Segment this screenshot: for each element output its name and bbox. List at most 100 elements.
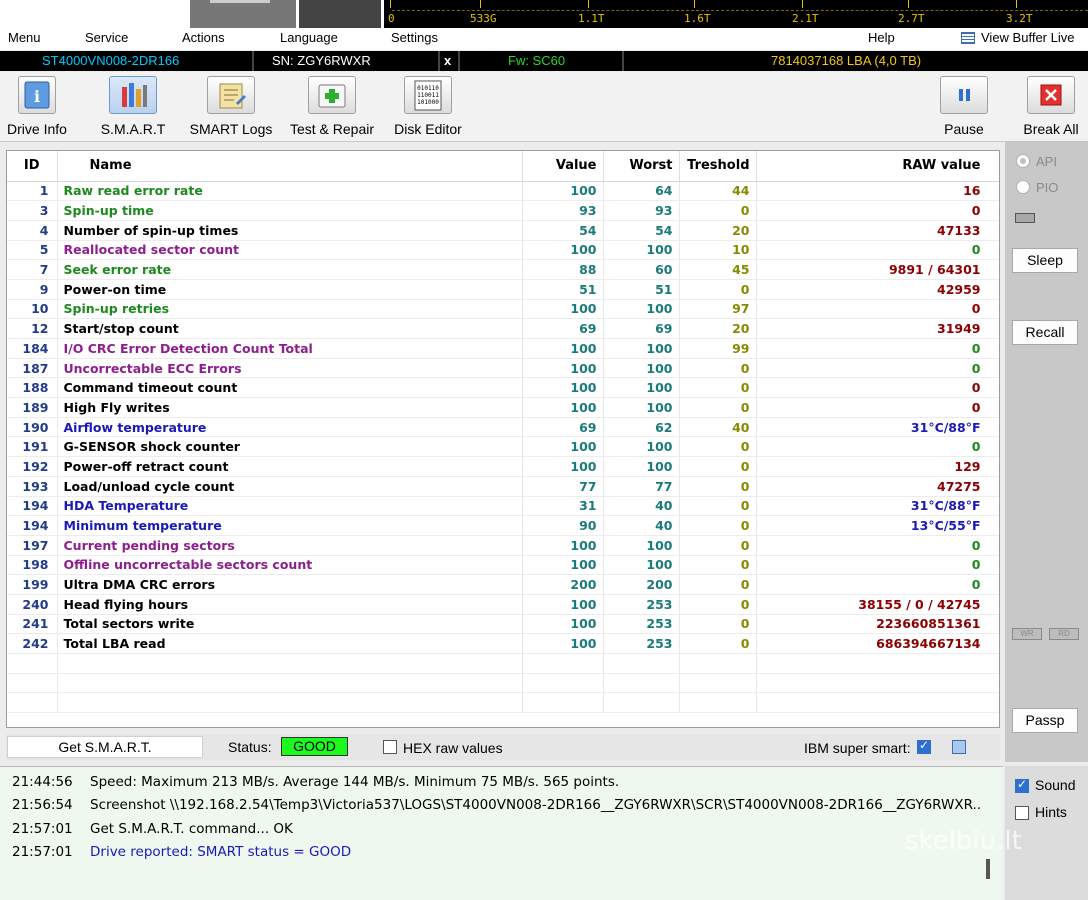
attribute-raw: 9891 / 64301	[756, 259, 999, 280]
attribute-worst: 100	[603, 436, 680, 458]
attribute-name: Number of spin-up times	[57, 220, 523, 241]
attribute-threshold: 0	[679, 358, 757, 379]
table-row[interactable]: 189 High Fly writes 100 100 0 0	[7, 397, 999, 418]
attribute-value: 54	[522, 220, 604, 241]
empty-cell	[7, 653, 58, 674]
table-row[interactable]: 9 Power-on time 51 51 0 42959	[7, 279, 999, 300]
attribute-value: 100	[522, 377, 604, 399]
attribute-threshold: 0	[679, 476, 757, 497]
view-buffer-icon[interactable]	[961, 32, 975, 44]
break-all-button[interactable]: Break All	[1020, 76, 1082, 137]
hex-raw-values-checkbox[interactable]	[383, 740, 397, 754]
attribute-id: 7	[7, 259, 58, 280]
empty-cell	[57, 653, 523, 674]
sleep-button[interactable]: Sleep	[1012, 248, 1078, 273]
event-log[interactable]: 21:44:56 Speed: Maximum 213 MB/s. Average…	[0, 766, 1003, 900]
status-label: Status:	[228, 739, 272, 755]
test-repair-button[interactable]: Test & Repair	[286, 76, 378, 137]
attribute-raw: 686394667134	[756, 633, 999, 654]
table-row[interactable]: 12 Start/stop count 69 69 20 31949	[7, 318, 999, 339]
table-row[interactable]: 193 Load/unload cycle count 77 77 0 47275	[7, 476, 999, 497]
attribute-worst: 100	[603, 456, 680, 477]
column-header-name[interactable]: Name	[57, 151, 523, 182]
table-row[interactable]: 187 Uncorrectable ECC Errors 100 100 0 0	[7, 358, 999, 379]
smart-logs-button[interactable]: SMART Logs	[188, 76, 274, 137]
graph-baseline	[392, 10, 1088, 11]
table-row[interactable]: 190 Airflow temperature 69 62 40 31°C/88°F	[7, 417, 999, 438]
close-drive-button[interactable]: x	[444, 53, 451, 68]
recall-button[interactable]: Recall	[1012, 320, 1078, 345]
column-header-threshold[interactable]: Treshold	[679, 151, 757, 182]
column-header-raw[interactable]: RAW value	[756, 151, 999, 182]
drive-info-button[interactable]: i Drive Info	[3, 76, 71, 137]
smart-attributes-table[interactable]: ID Name Value Worst Treshold RAW value 1…	[6, 150, 1000, 728]
log-line: 21:57:01 Get S.M.A.R.T. command... OK	[12, 821, 293, 837]
empty-cell	[522, 653, 604, 674]
table-row[interactable]: 3 Spin-up time 93 93 0 0	[7, 200, 999, 221]
table-row[interactable]: 188 Command timeout count 100 100 0 0	[7, 377, 999, 399]
table-row[interactable]: 191 G-SENSOR shock counter 100 100 0 0	[7, 436, 999, 458]
attribute-threshold: 0	[679, 456, 757, 477]
attribute-raw: 0	[756, 358, 999, 379]
hints-checkbox[interactable]	[1015, 806, 1029, 820]
pause-button[interactable]: Pause	[938, 76, 990, 137]
column-header-id[interactable]: ID	[7, 151, 58, 182]
attribute-name: Spin-up retries	[57, 299, 523, 320]
log-scrollbar[interactable]	[986, 859, 990, 879]
table-row[interactable]: 197 Current pending sectors 100 100 0 0	[7, 535, 999, 556]
attribute-raw: 0	[756, 555, 999, 576]
right-control-panel	[1005, 142, 1088, 762]
column-header-value[interactable]: Value	[522, 151, 604, 182]
table-row[interactable]: 192 Power-off retract count 100 100 0 129	[7, 456, 999, 477]
ibm-super-smart-checkbox[interactable]	[917, 738, 931, 754]
graph-tick	[588, 0, 589, 8]
get-smart-button[interactable]: Get S.M.A.R.T.	[7, 736, 203, 758]
table-row[interactable]: 240 Head flying hours 100 253 0 38155 / 0 / 4…	[7, 594, 999, 615]
view-buffer-live-button[interactable]: View Buffer Live	[981, 30, 1074, 45]
api-radio[interactable]	[1016, 154, 1030, 168]
graph-scale-label: 2.1T	[792, 12, 819, 25]
table-row[interactable]: 5 Reallocated sector count 100 100 10 0	[7, 240, 999, 261]
menu-item-service[interactable]: Service	[85, 30, 128, 45]
attribute-id: 3	[7, 200, 58, 221]
smart-label: S.M.A.R.T	[100, 121, 166, 137]
menu-item-language[interactable]: Language	[280, 30, 338, 45]
table-row[interactable]: 241 Total sectors write 100 253 0 22366085136…	[7, 614, 999, 635]
table-row[interactable]: 184 I/O CRC Error Detection Count Total 10…	[7, 338, 999, 359]
menu-item-actions[interactable]: Actions	[182, 30, 225, 45]
menu-item-help[interactable]: Help	[868, 30, 895, 45]
table-row[interactable]: 199 Ultra DMA CRC errors 200 200 0 0	[7, 574, 999, 595]
table-row[interactable]: 194 HDA Temperature 31 40 0 31°C/88°F	[7, 496, 999, 517]
attribute-threshold: 0	[679, 555, 757, 576]
column-header-worst[interactable]: Worst	[603, 151, 680, 182]
passp-button[interactable]: Passp	[1012, 708, 1078, 733]
attribute-raw: 0	[756, 535, 999, 556]
attribute-threshold: 0	[679, 496, 757, 517]
thumbnail-right	[299, 0, 381, 28]
menu-item-menu[interactable]: Menu	[8, 30, 41, 45]
attribute-id: 187	[7, 358, 58, 379]
menu-bar: Menu Service Actions Language Settings H…	[0, 28, 1088, 50]
table-row[interactable]: 1 Raw read error rate 100 64 44 16	[7, 181, 999, 202]
table-row[interactable]: 7 Seek error rate 88 60 45 9891 / 64301	[7, 259, 999, 280]
attribute-value: 100	[522, 614, 604, 635]
table-row[interactable]: 194 Minimum temperature 90 40 0 13°C/55°F	[7, 515, 999, 536]
drive-model[interactable]: ST4000VN008-2DR166	[42, 53, 179, 68]
pause-icon	[940, 76, 988, 114]
attribute-worst: 51	[603, 279, 680, 300]
status-badge: GOOD	[281, 737, 348, 756]
attribute-name: Power-on time	[57, 279, 523, 300]
table-row[interactable]: 10 Spin-up retries 100 100 97 0	[7, 299, 999, 320]
menu-item-settings[interactable]: Settings	[391, 30, 438, 45]
attribute-raw: 0	[756, 240, 999, 261]
attribute-value: 200	[522, 574, 604, 595]
smart-button[interactable]: S.M.A.R.T	[96, 76, 170, 137]
log-time: 21:57:01	[12, 844, 73, 860]
empty-cell	[603, 653, 680, 674]
table-row[interactable]: 4 Number of spin-up times 54 54 20 47133	[7, 220, 999, 241]
sound-checkbox[interactable]	[1015, 777, 1029, 793]
disk-editor-button[interactable]: 010110 110011 101000 Disk Editor	[390, 76, 466, 137]
table-row[interactable]: 242 Total LBA read 100 253 0 686394667134	[7, 633, 999, 654]
pio-radio[interactable]	[1016, 180, 1030, 194]
table-row[interactable]: 198 Offline uncorrectable sectors count 10…	[7, 555, 999, 576]
